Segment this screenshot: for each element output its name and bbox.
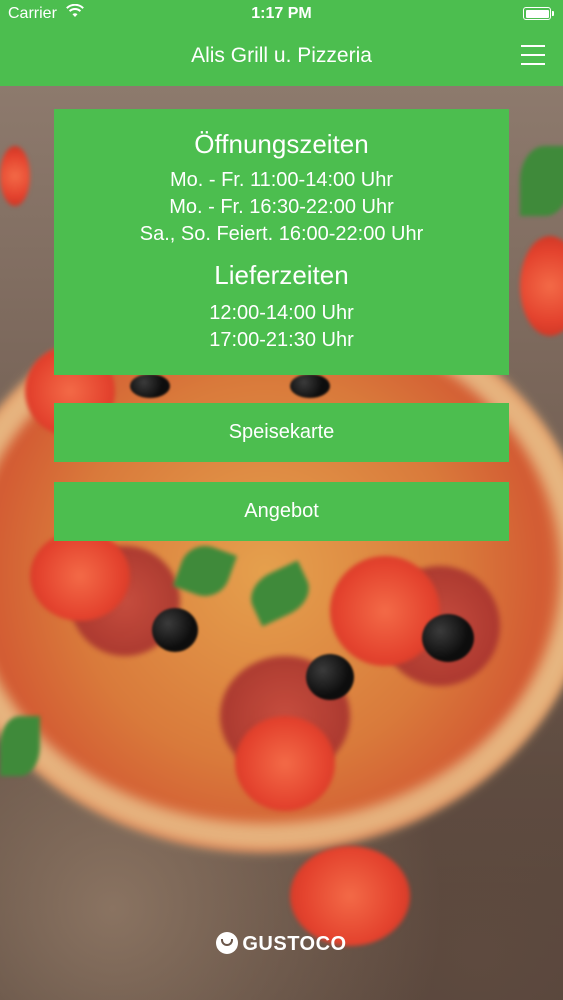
delivery-hours-heading: Lieferzeiten (214, 260, 349, 290)
olive-5 (290, 374, 330, 398)
status-time: 1:17 PM (251, 5, 312, 22)
tomato-7 (520, 236, 563, 336)
gustoco-logo-icon (216, 932, 239, 954)
tomato-6 (0, 146, 30, 206)
tomato-3 (235, 716, 335, 811)
opening-hours-list: Mo. - Fr. 11:00-14:00 Uhr Mo. - Fr. 16:3… (54, 167, 509, 248)
opening-hours-heading: Öffnungszeiten (194, 129, 369, 159)
olive-2 (306, 654, 354, 700)
hamburger-menu-icon[interactable] (521, 43, 545, 67)
tomato-2 (330, 556, 440, 666)
tomato-5 (290, 846, 410, 946)
status-bar: Carrier 1:17 PM (0, 0, 563, 30)
basil-leaf-3 (0, 716, 40, 776)
tomato-1 (30, 531, 130, 621)
delivery-hours-list: 12:00-14:00 Uhr 17:00-21:30 Uhr (54, 300, 509, 354)
opening-hours-line: Mo. - Fr. 16:30-22:00 Uhr (169, 196, 394, 218)
olive-3 (422, 614, 474, 662)
opening-hours-line: Sa., So. Feiert. 16:00-22:00 Uhr (139, 223, 424, 245)
page-title: Alis Grill u. Pizzeria (191, 44, 372, 67)
opening-hours-line: Mo. - Fr. 11:00-14:00 Uhr (169, 169, 394, 191)
app-header: Carrier 1:17 PM Alis Grill u. Pizzeria (0, 0, 563, 86)
hours-card: Öffnungszeiten Mo. - Fr. 11:00-14:00 Uhr… (54, 109, 509, 375)
menu-button[interactable]: Speisekarte (54, 403, 509, 462)
delivery-hours-line: 12:00-14:00 Uhr (209, 302, 354, 324)
brand-footer: GUSTOCO (0, 932, 563, 956)
offer-button[interactable]: Angebot (54, 482, 509, 541)
battery-icon (523, 7, 554, 20)
olive-1 (152, 608, 198, 652)
olive-4 (130, 374, 170, 398)
delivery-hours-line: 17:00-21:30 Uhr (209, 329, 354, 351)
basil-leaf-4 (520, 146, 563, 216)
brand-name: GUSTOCO (242, 933, 347, 955)
